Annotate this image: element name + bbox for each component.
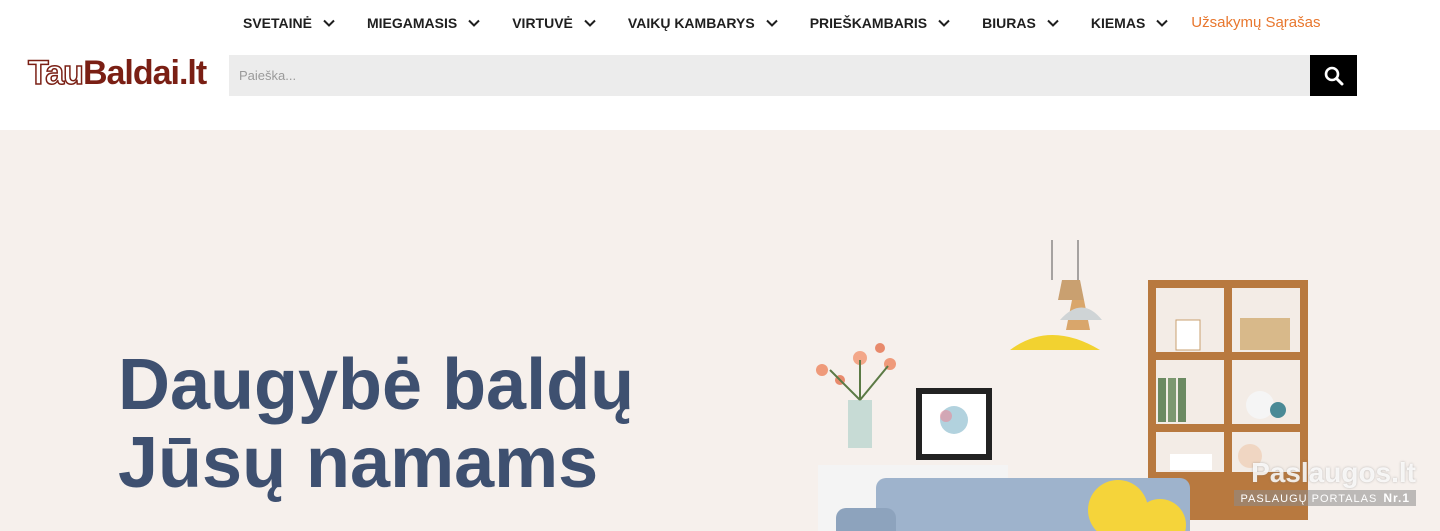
watermark-title: Paslaugos.lt [1251,457,1416,488]
search-icon [1324,66,1343,85]
site-logo[interactable]: TauBaldai.lt [27,53,207,93]
watermark-badge: Nr.1 [1383,491,1410,505]
nav-item-biuras[interactable]: BIURAS [982,15,1060,31]
chevron-down-icon [765,19,778,27]
chevron-down-icon [1047,19,1059,27]
flower-vase [816,343,896,448]
hero-title-line1: Daugybė baldų [118,345,635,425]
hero-banner: Daugybė baldų Jūsų namams Paslaugos.lt P… [0,130,1440,531]
nav-item-virtuve[interactable]: VIRTUVĖ [512,15,597,31]
hero-title: Daugybė baldų Jūsų namams [118,346,634,502]
main-navigation: SVETAINĖ MIEGAMASIS VIRTUVĖ VAIKŲ KAMBAR… [0,0,1440,48]
picture-frame [916,388,992,460]
nav-item-label: BIURAS [982,14,1036,31]
nav-item-svetaine[interactable]: SVETAINĖ [243,15,336,31]
logo-part-tau: Tau [27,53,84,93]
sofa [836,478,1190,531]
hero-title-line2: Jūsų namams [118,423,599,503]
chevron-down-icon [584,19,596,27]
chevron-down-icon [1156,19,1168,27]
nav-item-label: PRIEŠKAMBARIS [809,14,928,31]
nav-item-label: SVETAINĖ [243,14,312,31]
chevron-down-icon [323,19,335,27]
search-button[interactable] [1310,55,1357,96]
search-input[interactable] [229,55,1310,96]
nav-menu: SVETAINĖ MIEGAMASIS VIRTUVĖ VAIKŲ KAMBAR… [243,14,1321,31]
nav-item-vaiku-kambarys[interactable]: VAIKŲ KAMBARYS [628,15,779,31]
nav-item-label: VAIKŲ KAMBARYS [627,14,755,31]
nav-item-label: KIEMAS [1090,14,1146,31]
nav-item-label: VIRTUVĖ [512,14,573,31]
watermark-sub-text: PASLAUGŲ PORTALAS [1240,493,1378,505]
wishlist-link[interactable]: Užsakymų Sąrašas [1191,14,1320,31]
nav-item-priekambaris[interactable]: PRIEŠKAMBARIS [810,15,951,31]
pendant-lamps [1010,240,1102,350]
watermark-subtitle: PASLAUGŲ PORTALAS Nr.1 [1234,490,1416,506]
nav-item-miegamasis[interactable]: MIEGAMASIS [367,15,481,31]
search-bar [229,55,1357,96]
chevron-down-icon [938,19,950,27]
logo-wordmark: TauBaldai.lt [27,53,207,93]
nav-item-kiemas[interactable]: KIEMAS [1091,15,1169,31]
chevron-down-icon [468,19,480,27]
logo-part-baldai: Baldai.lt [82,54,207,92]
nav-item-label: MIEGAMASIS [366,14,458,31]
watermark: Paslaugos.lt PASLAUGŲ PORTALAS Nr.1 [1234,457,1416,507]
